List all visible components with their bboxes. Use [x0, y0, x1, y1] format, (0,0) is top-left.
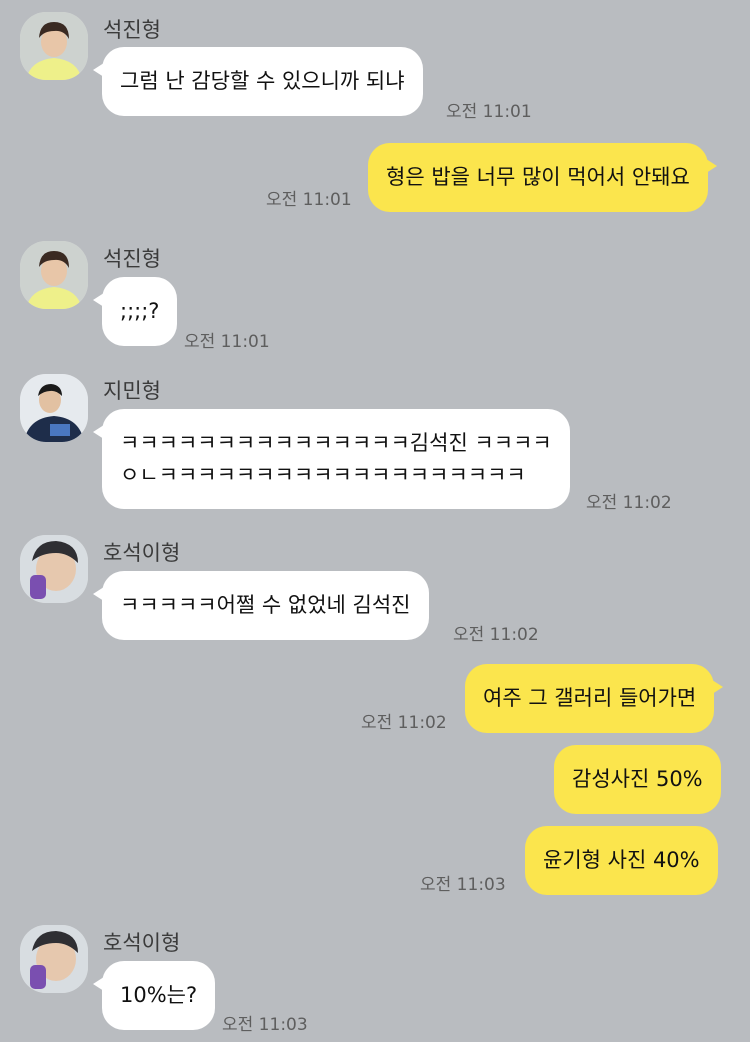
avatar-jimin[interactable] [20, 374, 88, 442]
message-time: 오전 11:03 [222, 1015, 308, 1035]
message-text: 그럼 난 감당할 수 있으니까 되냐 [120, 69, 405, 93]
message-text: ;;;;? [120, 299, 160, 323]
message-text: 여주 그 갤러리 들어가면 [483, 686, 697, 710]
message-text: 형은 밥을 너무 많이 먹어서 안돼요 [386, 165, 690, 189]
message-bubble[interactable]: 윤기형 사진 40% [525, 826, 718, 895]
message-bubble[interactable]: ;;;;? [93, 277, 178, 346]
sender-name: 호석이형 [103, 931, 181, 955]
message-time: 오전 11:01 [266, 190, 352, 210]
message-bubble[interactable]: 형은 밥을 너무 많이 먹어서 안돼요 [368, 143, 717, 212]
message-time: 오전 11:02 [361, 713, 447, 733]
message-bubble[interactable]: 그럼 난 감당할 수 있으니까 되냐 [93, 47, 423, 116]
message-text: ㅋㅋㅋㅋㅋ어쩔 수 없었네 김석진 [120, 593, 411, 617]
message-text: 감성사진 50% [572, 767, 703, 791]
avatar-hoseok[interactable] [20, 925, 88, 993]
message-time: 오전 11:03 [420, 875, 506, 895]
sender-name: 호석이형 [103, 541, 181, 565]
message-text: 10%는? [120, 983, 198, 1007]
sender-name: 지민형 [103, 379, 161, 403]
message-time: 오전 11:02 [453, 625, 539, 645]
message-bubble[interactable]: 감성사진 50% [554, 745, 721, 814]
message-bubble[interactable]: 10%는? [93, 961, 216, 1030]
message-time: 오전 11:01 [184, 332, 270, 352]
avatar-seokjin[interactable] [20, 12, 88, 80]
message-bubble[interactable]: ㅋㅋㅋㅋㅋ어쩔 수 없었네 김석진 [93, 571, 429, 640]
message-bubble[interactable]: 여주 그 갤러리 들어가면 [465, 664, 724, 733]
sender-name: 석진형 [103, 247, 161, 271]
message-time: 오전 11:02 [586, 493, 672, 513]
message-text-line: ㅇㄴㅋㅋㅋㅋㅋㅋㅋㅋㅋㅋㅋㅋㅋㅋㅋㅋㅋㅋㅋ [120, 463, 526, 487]
message-text-line: ㅋㅋㅋㅋㅋㅋㅋㅋㅋㅋㅋㅋㅋㅋㅋ김석진 ㅋㅋㅋㅋ [120, 431, 552, 455]
message-text: 윤기형 사진 40% [543, 848, 700, 872]
avatar-seokjin[interactable] [20, 241, 88, 309]
message-bubble[interactable]: ㅋㅋㅋㅋㅋㅋㅋㅋㅋㅋㅋㅋㅋㅋㅋ김석진 ㅋㅋㅋㅋ ㅇㄴㅋㅋㅋㅋㅋㅋㅋㅋㅋㅋㅋㅋㅋㅋ… [93, 409, 570, 509]
sender-name: 석진형 [103, 18, 161, 42]
avatar-hoseok[interactable] [20, 535, 88, 603]
message-time: 오전 11:01 [446, 102, 532, 122]
